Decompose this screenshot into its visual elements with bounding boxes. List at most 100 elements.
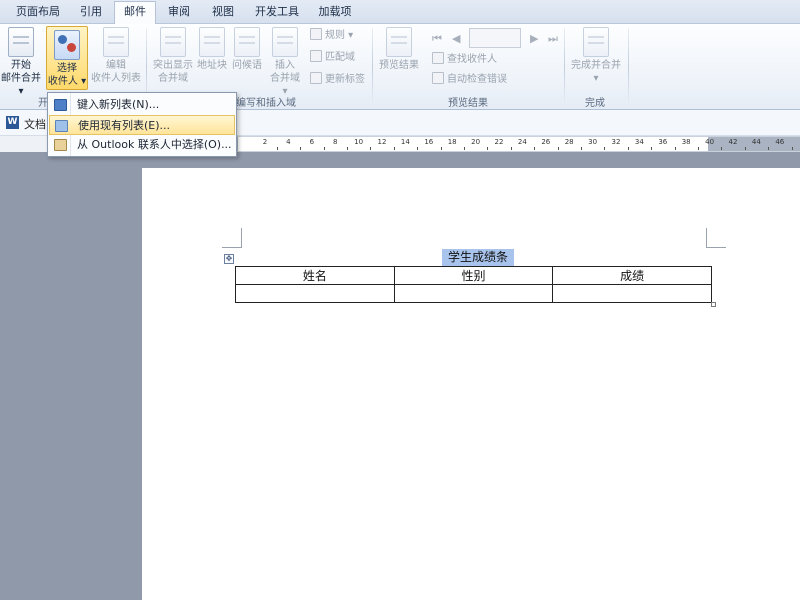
document-page[interactable]: 学生成绩条 ✥ 姓名 性别 成绩: [142, 168, 800, 600]
table-cell[interactable]: [235, 284, 395, 303]
address-block-label: 地址块: [197, 60, 227, 71]
tab-references[interactable]: 引用: [70, 2, 112, 24]
ruler-tick-label: 44: [751, 138, 761, 146]
match-fields-icon: [310, 50, 322, 62]
start-merge-line2: 邮件合并 ▾: [1, 73, 41, 97]
new-list-icon: [54, 99, 67, 111]
score-table[interactable]: 姓名 性别 成绩: [235, 266, 712, 303]
edit-recipients-line2: 收件人列表: [91, 73, 141, 84]
select-recipients-button[interactable]: 选择 收件人 ▾: [46, 26, 88, 90]
group-label-preview: 预览结果: [448, 98, 488, 109]
table-resize-handle[interactable]: [711, 302, 716, 307]
insert-merge-line1: 插入: [275, 60, 295, 71]
start-merge-line1: 开始: [11, 60, 31, 71]
start-mail-merge-button[interactable]: 开始 邮件合并 ▾: [0, 27, 42, 98]
edit-list-icon: [103, 27, 129, 57]
margin-corner-mark: [222, 228, 242, 248]
table-cell[interactable]: [552, 284, 712, 303]
preview-results-label: 预览结果: [379, 60, 419, 71]
ruler-tick: [487, 147, 489, 150]
tab-page-layout[interactable]: 页面布局: [8, 2, 68, 24]
table-header-row: 姓名 性别 成绩: [235, 266, 712, 285]
insert-merge-field-icon: [272, 27, 298, 57]
table-move-handle-icon[interactable]: ✥: [224, 254, 234, 264]
highlight-line1: 突出显示: [153, 60, 193, 71]
auto-check-errors-button[interactable]: 自动检查错误: [432, 72, 507, 88]
ribbon-separator: [628, 28, 629, 106]
update-labels-button[interactable]: 更新标签: [310, 72, 365, 88]
greeting-line-button[interactable]: 问候语: [230, 27, 264, 72]
header-cell-name[interactable]: 姓名: [235, 266, 395, 285]
tab-view[interactable]: 视图: [202, 2, 244, 24]
select-recipients-line2: 收件人 ▾: [47, 76, 87, 87]
ruler-tick: [323, 147, 325, 150]
ruler-tick-label: 34: [634, 138, 644, 146]
ruler-tick-label: 32: [611, 138, 621, 146]
ruler-tick: [674, 147, 676, 150]
ruler-tick: [791, 147, 793, 150]
match-fields-label: 匹配域: [325, 52, 355, 63]
ruler-tick: [697, 147, 699, 150]
menu-item-use-existing-list[interactable]: 使用现有列表(E)...: [49, 115, 235, 135]
ruler-tick: [370, 147, 372, 150]
ruler-tick: [557, 147, 559, 150]
insert-merge-field-button[interactable]: 插入 合并域 ▾: [266, 27, 304, 98]
next-record-icon[interactable]: ▶: [530, 32, 538, 45]
update-labels-icon: [310, 72, 322, 84]
table-cell[interactable]: [393, 284, 554, 303]
find-recipient-button[interactable]: 查找收件人: [432, 52, 497, 68]
address-block-button[interactable]: 地址块: [196, 27, 228, 72]
header-cell-gender[interactable]: 性别: [393, 266, 554, 285]
tab-add-ins[interactable]: 加载项: [310, 2, 360, 24]
previous-record-icon[interactable]: ◀: [452, 32, 460, 45]
highlight-line2: 合并域: [158, 73, 188, 84]
ruler-tick-label: 36: [658, 138, 668, 146]
ribbon-tab-bar: 页面布局 引用 邮件 审阅 视图 开发工具 加载项: [0, 0, 800, 25]
tab-mailings[interactable]: 邮件: [114, 1, 156, 25]
finish-merge-icon: [583, 27, 609, 57]
rules-label: 规则: [325, 30, 345, 41]
ruler-tick-label: 10: [354, 138, 364, 146]
last-record-icon[interactable]: ⏭: [548, 32, 558, 46]
record-number-input[interactable]: [469, 28, 521, 48]
address-block-icon: [199, 27, 225, 57]
document-area: 学生成绩条 ✥ 姓名 性别 成绩: [0, 152, 800, 600]
ruler-tick-label: 18: [447, 138, 457, 146]
ruler-tick-label: 42: [728, 138, 738, 146]
edit-recipient-list-button[interactable]: 编辑 收件人列表: [90, 27, 142, 85]
menu-item-label: 键入新列表(N)...: [77, 98, 160, 111]
header-cell-score[interactable]: 成绩: [552, 266, 712, 285]
select-recipients-menu: 键入新列表(N)... 使用现有列表(E)... 从 Outlook 联系人中选…: [47, 92, 237, 157]
margin-corner-mark: [706, 228, 726, 248]
auto-check-label: 自动检查错误: [447, 74, 507, 85]
finish-merge-button[interactable]: 完成并合并 ▾: [568, 27, 624, 85]
menu-item-type-new-list[interactable]: 键入新列表(N)...: [49, 95, 235, 115]
tab-review[interactable]: 审阅: [158, 2, 200, 24]
ruler-tick: [393, 147, 395, 150]
highlight-merge-fields-button[interactable]: 突出显示 合并域: [150, 27, 196, 85]
rules-button[interactable]: 规则 ▾: [310, 28, 353, 44]
ruler-tick-label: 24: [517, 138, 527, 146]
first-record-icon[interactable]: ⏮: [432, 32, 442, 46]
document-title[interactable]: 学生成绩条: [442, 249, 514, 266]
menu-item-label: 使用现有列表(E)...: [78, 119, 171, 132]
existing-list-icon: [55, 120, 68, 132]
preview-results-button[interactable]: 预览结果: [376, 27, 422, 72]
ruler-tick-label: 30: [588, 138, 598, 146]
ruler-tick: [534, 147, 536, 150]
ruler-tick-label: 38: [681, 138, 691, 146]
document-window-label[interactable]: 文档: [24, 116, 46, 132]
ruler-tick-label: 4: [286, 138, 291, 146]
horizontal-ruler[interactable]: 2 4 6 8 10 12 14 16 18 20 22 24 26 28 30 32 34 36 38 40 42 44…: [228, 136, 800, 152]
menu-item-outlook-contacts[interactable]: 从 Outlook 联系人中选择(O)...: [49, 135, 235, 155]
match-fields-button[interactable]: 匹配域: [310, 50, 355, 66]
ruler-tick: [346, 147, 348, 150]
menu-item-label: 从 Outlook 联系人中选择(O)...: [77, 138, 232, 151]
tab-developer[interactable]: 开发工具: [248, 2, 306, 24]
ruler-tick-label: 28: [564, 138, 574, 146]
edit-recipients-line1: 编辑: [106, 60, 126, 71]
ruler-tick-label: 12: [377, 138, 387, 146]
word-doc-icon: W: [6, 116, 19, 129]
group-label-finish: 完成: [585, 98, 605, 109]
ruler-tick: [768, 147, 770, 150]
